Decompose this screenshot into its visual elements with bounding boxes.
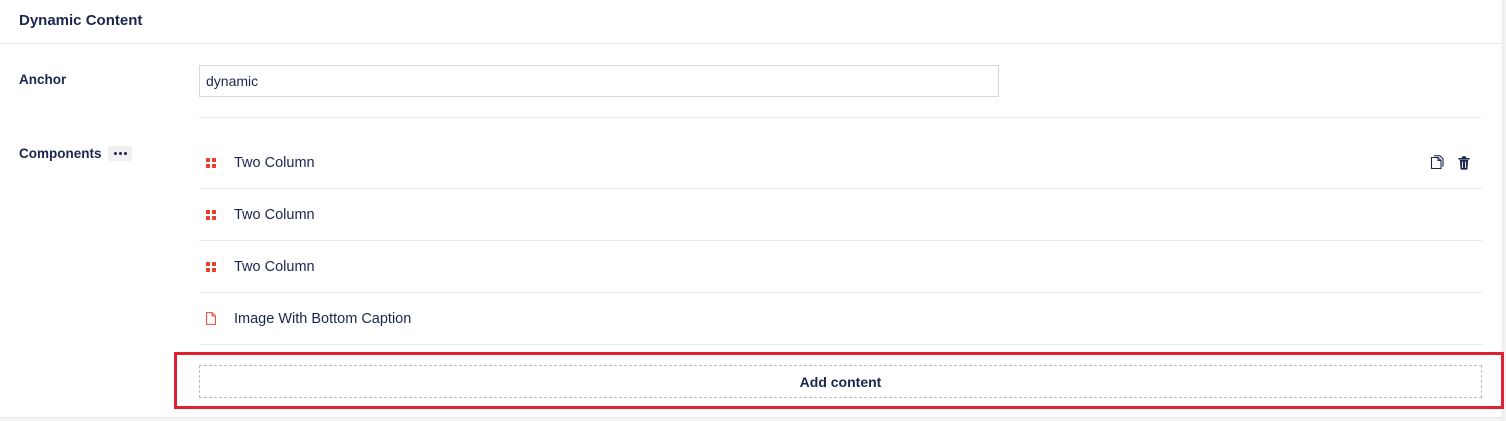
anchor-input[interactable]: [199, 65, 999, 97]
trash-icon[interactable]: [1458, 155, 1470, 170]
components-label: Components: [19, 146, 102, 161]
add-content-button[interactable]: Add content: [199, 365, 1482, 398]
anchor-label: Anchor: [19, 72, 67, 87]
component-name: Two Column: [234, 206, 315, 223]
panel-header: Dynamic Content: [0, 0, 1502, 44]
grid-icon: [199, 261, 234, 272]
list-item[interactable]: Two Column: [199, 241, 1482, 293]
divider: [199, 117, 1481, 118]
copy-icon[interactable]: [1430, 155, 1444, 170]
components-options-button[interactable]: [108, 146, 132, 161]
grid-icon: [199, 209, 234, 220]
component-name: Two Column: [234, 258, 315, 275]
list-item[interactable]: Two Column: [199, 189, 1482, 241]
component-name: Two Column: [234, 154, 315, 171]
panel-title: Dynamic Content: [19, 12, 143, 29]
ellipsis-icon: [113, 152, 117, 155]
dynamic-content-panel: Dynamic Content Anchor Components Two Co…: [0, 0, 1504, 418]
component-name: Image With Bottom Caption: [234, 310, 412, 327]
component-actions: [1430, 137, 1470, 188]
list-item[interactable]: Image With Bottom Caption: [199, 293, 1482, 345]
components-list: Two Column Two Column Two Column Image W…: [199, 137, 1482, 345]
document-icon: [199, 312, 234, 325]
list-item[interactable]: Two Column: [199, 137, 1482, 189]
grid-icon: [199, 157, 234, 168]
